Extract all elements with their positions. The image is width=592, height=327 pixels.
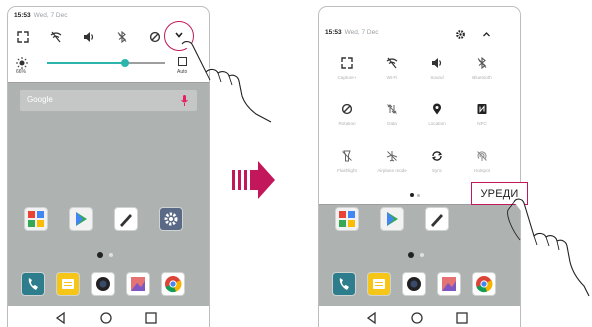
wifi-off-icon (386, 57, 398, 69)
gallery-icon[interactable] (437, 272, 461, 296)
flashlight-icon (342, 150, 352, 162)
tile-capture[interactable]: Capture+ (327, 57, 367, 91)
status-date: Wed, 7 Dec (344, 29, 379, 36)
capture-icon (341, 57, 353, 69)
chrome-icon[interactable] (161, 272, 185, 296)
home-apps-row (319, 207, 520, 237)
airplane-icon (386, 151, 398, 162)
tile-hotspot[interactable]: Hotspot (462, 150, 502, 184)
tile-label: Bluetooth (472, 75, 492, 80)
tile-label: Location (428, 121, 446, 126)
camera-icon[interactable] (402, 272, 426, 296)
tile-label: Sound (430, 75, 444, 80)
sync-icon (431, 151, 443, 161)
play-store-icon[interactable] (69, 207, 93, 231)
google-search-bar[interactable]: Google (20, 90, 197, 111)
tile-rotation[interactable]: Rotation (327, 103, 367, 137)
back-icon[interactable] (365, 311, 379, 325)
home-icon[interactable] (99, 311, 113, 325)
phone-icon[interactable] (332, 272, 356, 296)
dock-row (8, 272, 209, 302)
tile-location[interactable]: Location (417, 103, 457, 137)
dock-row (319, 272, 520, 302)
home-apps-row (8, 207, 209, 237)
tile-label: Flashlight (337, 168, 357, 173)
tile-label: Sync (431, 168, 443, 173)
back-icon[interactable] (54, 311, 68, 325)
tile-label: Data (387, 121, 397, 126)
brightness-slider-fill (47, 62, 125, 64)
bluetooth-off-icon (477, 57, 487, 69)
tile-label: Capture+ (337, 75, 357, 80)
status-time: 15:53 (325, 29, 342, 36)
messaging-icon[interactable] (56, 272, 80, 296)
tile-wifi[interactable]: Wi-Fi (372, 57, 412, 91)
tile-label: Wi-Fi (386, 75, 398, 80)
data-off-icon (387, 104, 397, 114)
chrome-icon[interactable] (472, 272, 496, 296)
tile-sound[interactable]: Sound (417, 57, 457, 91)
recents-icon[interactable] (455, 311, 469, 325)
phone-after: 15:53 Wed, 7 Dec Capture+ Wi-Fi Sound Blu… (318, 6, 521, 327)
tile-label: Rotation (338, 121, 356, 126)
page-indicator (8, 252, 209, 258)
tile-label: NFC (477, 121, 487, 126)
google-folder-icon[interactable] (24, 207, 48, 231)
brightness-percent: 66% (16, 69, 27, 75)
chevron-up-icon[interactable] (481, 27, 492, 38)
messaging-icon[interactable] (367, 272, 391, 296)
tile-bluetooth[interactable]: Bluetooth (462, 57, 502, 91)
status-time: 15:53 (14, 12, 31, 19)
sound-icon (432, 58, 442, 68)
tile-sync[interactable]: Sync (417, 150, 457, 184)
navigation-bar (8, 306, 209, 327)
camera-icon[interactable] (91, 272, 115, 296)
rotation-lock-icon (341, 103, 353, 115)
phone-icon[interactable] (21, 272, 45, 296)
home-icon[interactable] (410, 311, 424, 325)
location-icon (433, 103, 441, 115)
google-search-label: Google (27, 95, 53, 104)
gear-icon[interactable] (455, 27, 466, 39)
status-bar: 15:53 Wed, 7 Dec (14, 12, 67, 19)
page-indicator (319, 252, 520, 258)
right-arrow-icon (232, 161, 275, 199)
tile-label: Airplane mode (377, 168, 407, 173)
sound-icon[interactable] (81, 29, 97, 45)
tile-nfc[interactable]: NFC (462, 103, 502, 137)
pointing-hand-illustration (181, 41, 272, 123)
gallery-icon[interactable] (126, 272, 150, 296)
pen-memo-icon[interactable] (114, 207, 138, 231)
quick-settings-expanded: 15:53 Wed, 7 Dec Capture+ Wi-Fi Sound Blu… (319, 7, 520, 205)
capture-icon[interactable] (15, 29, 31, 45)
wifi-off-icon[interactable] (48, 29, 64, 45)
tile-data[interactable]: Data (372, 103, 412, 137)
play-store-icon[interactable] (380, 207, 404, 231)
nfc-icon (477, 104, 487, 114)
status-date: Wed, 7 Dec (33, 12, 68, 19)
recents-icon[interactable] (144, 311, 158, 325)
navigation-bar (319, 306, 520, 327)
brightness-icon (16, 56, 28, 69)
hotspot-icon (477, 151, 487, 161)
pen-memo-icon[interactable] (425, 207, 449, 231)
google-folder-icon[interactable] (335, 207, 359, 231)
bluetooth-off-icon[interactable] (114, 29, 130, 45)
brightness-slider-thumb[interactable] (120, 59, 129, 67)
pointing-hand-illustration (507, 198, 590, 297)
settings-app-icon[interactable] (159, 207, 183, 231)
status-bar: 15:53 Wed, 7 Dec (325, 29, 378, 36)
brightness-slider[interactable] (47, 59, 165, 67)
tile-flashlight[interactable]: Flashlight (327, 150, 367, 184)
rotation-lock-icon[interactable] (147, 29, 163, 45)
tile-airplane[interactable]: Airplane mode (372, 150, 412, 184)
tile-label: Hotspot (474, 168, 490, 173)
